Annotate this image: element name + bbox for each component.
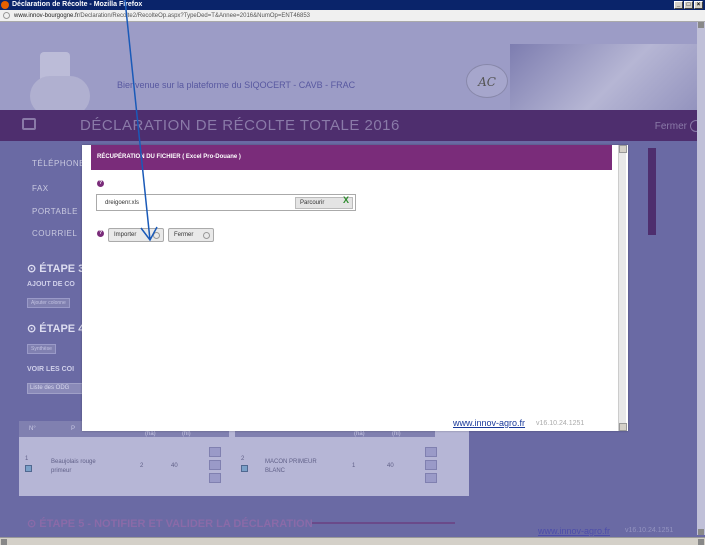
dialog-scroll-up-icon[interactable] xyxy=(619,145,627,153)
scroll-down-arrow-icon[interactable] xyxy=(698,529,704,535)
row2-v1: 1 xyxy=(352,463,356,469)
add-column-button[interactable]: Ajouter colonne xyxy=(27,298,70,308)
dialog-footer-version: v16.10.24.1251 xyxy=(536,420,585,427)
dialog-close-button[interactable]: Fermer xyxy=(168,228,214,242)
row1-delete-icon[interactable] xyxy=(209,473,221,483)
row1-edit-icon[interactable] xyxy=(209,447,221,457)
ajout-label: AJOUT DE CO xyxy=(27,281,75,288)
close-circle-icon xyxy=(203,232,210,239)
col-header-num: N° xyxy=(29,426,36,432)
row1-v2: 40 xyxy=(171,463,178,469)
row2-num: 2 xyxy=(241,456,245,462)
dialog-scroll-down-icon[interactable] xyxy=(619,423,627,431)
address-bar[interactable]: www.innov-bourgogne.fr/Declaration/Recol… xyxy=(0,10,705,22)
page-title: DÉCLARATION DE RÉCOLTE TOTALE 2016 xyxy=(80,117,400,134)
firefox-icon xyxy=(1,1,9,9)
file-input[interactable]: dreigoenr.xls Parcourir X xyxy=(96,194,356,211)
row1-num: 1 xyxy=(25,456,29,462)
page-close-link[interactable]: Fermer xyxy=(655,121,687,132)
import-dialog: RÉCUPÉRATION DU FICHIER ( Excel Pro-Doua… xyxy=(82,145,628,431)
import-button[interactable]: Importer xyxy=(108,228,164,242)
browse-label: Parcourir xyxy=(300,200,325,206)
row1-v1: 2 xyxy=(140,463,144,469)
window-title: Déclaration de Récolte - Mozilla Firefox xyxy=(12,1,143,8)
row2-v2: 40 xyxy=(387,463,394,469)
step4-heading: ⊙ ÉTAPE 4 xyxy=(27,323,85,335)
contact-label-email: COURRIEL xyxy=(32,229,78,238)
step5-divider xyxy=(312,522,455,524)
close-window-button[interactable]: × xyxy=(694,1,703,9)
voir-label: VOIR LES COI xyxy=(27,366,75,373)
step3-heading: ⊙ ÉTAPE 3 xyxy=(27,263,85,275)
odg-select[interactable]: Liste des ODG xyxy=(27,383,87,394)
minimize-button[interactable]: _ xyxy=(674,1,683,9)
step5-label: ÉTAPE 5 - NOTIFIER ET VALIDER LA DÉCLARA… xyxy=(39,518,313,530)
file-name: dreigoenr.xls xyxy=(105,200,140,206)
contact-label-mobile: PORTABLE xyxy=(32,207,78,216)
dialog-scrollbar[interactable] xyxy=(618,145,627,431)
col-header-unit4: (hl) xyxy=(392,431,401,437)
scroll-left-arrow-icon[interactable] xyxy=(1,539,7,545)
row1-copy-icon[interactable] xyxy=(209,460,221,470)
footer-link[interactable]: www.innov-agro.fr xyxy=(538,526,610,536)
declaration-table: N° P (ha) (hl) (ha) (hl) 1 Beaujolais ro… xyxy=(19,421,469,496)
info-icon: ? xyxy=(97,180,104,187)
browser-window: Déclaration de Récolte - Mozilla Firefox… xyxy=(0,0,705,545)
site-identity-icon[interactable] xyxy=(3,12,10,19)
window-controls: _ □ × xyxy=(674,1,703,9)
import-label: Importer xyxy=(114,232,137,238)
synthese-button[interactable]: Synthèse xyxy=(27,344,56,354)
scroll-right-arrow-icon[interactable] xyxy=(698,539,704,545)
welcome-text: Bienvenue sur la plateforme du SIQOCERT … xyxy=(117,80,356,90)
col-header-unit1: (ha) xyxy=(145,431,156,437)
row2-name: MACON PRIMEUR BLANC xyxy=(265,459,317,474)
row2-delete-icon[interactable] xyxy=(425,473,437,483)
horizontal-scrollbar[interactable] xyxy=(0,537,705,545)
maximize-button[interactable]: □ xyxy=(684,1,693,9)
step5-heading: ⊙ ÉTAPE 5 - NOTIFIER ET VALIDER LA DÉCLA… xyxy=(27,518,313,530)
dialog-title: RÉCUPÉRATION DU FICHIER ( Excel Pro-Doua… xyxy=(91,145,612,170)
contact-label-fax: FAX xyxy=(32,184,49,193)
dialog-close-label: Fermer xyxy=(174,232,194,238)
url-host: www.innov-bourgogne.fr xyxy=(14,13,79,19)
page-header: DÉCLARATION DE RÉCOLTE TOTALE 2016 Ferme… xyxy=(0,110,705,141)
row2-edit-icon[interactable] xyxy=(425,447,437,457)
help-icon: ? xyxy=(97,230,104,237)
step3-label: ÉTAPE 3 xyxy=(39,263,85,275)
chat-icon[interactable] xyxy=(22,118,36,130)
contact-label-phone: TÉLÉPHONE xyxy=(32,159,85,168)
window-titlebar: Déclaration de Récolte - Mozilla Firefox… xyxy=(0,0,705,10)
footer-version: v16.10.24.1251 xyxy=(625,527,674,534)
dialog-footer-link[interactable]: www.innov-agro.fr xyxy=(453,418,525,428)
side-accent-bar xyxy=(648,148,656,235)
excel-icon: X xyxy=(343,195,350,205)
col-header-unit3: (ha) xyxy=(354,431,365,437)
row1-checkbox[interactable] xyxy=(25,465,32,472)
row2-copy-icon[interactable] xyxy=(425,460,437,470)
row2-checkbox[interactable] xyxy=(241,465,248,472)
url-path: /Declaration/Recolte2/RecolteOp.aspx?Typ… xyxy=(78,13,311,19)
scroll-up-arrow-icon[interactable] xyxy=(698,22,704,28)
page-scrollbar[interactable] xyxy=(697,22,705,535)
row1-name: Beaujolais rouge primeur xyxy=(51,459,96,474)
step4-label: ÉTAPE 4 xyxy=(39,323,85,335)
col-header-p: P xyxy=(71,426,76,432)
site-banner: Bienvenue sur la plateforme du SIQOCERT … xyxy=(0,22,705,132)
col-header-unit2: (hl) xyxy=(182,431,191,437)
import-arrow-icon xyxy=(153,232,160,239)
acc-logo: AC xyxy=(466,64,508,98)
